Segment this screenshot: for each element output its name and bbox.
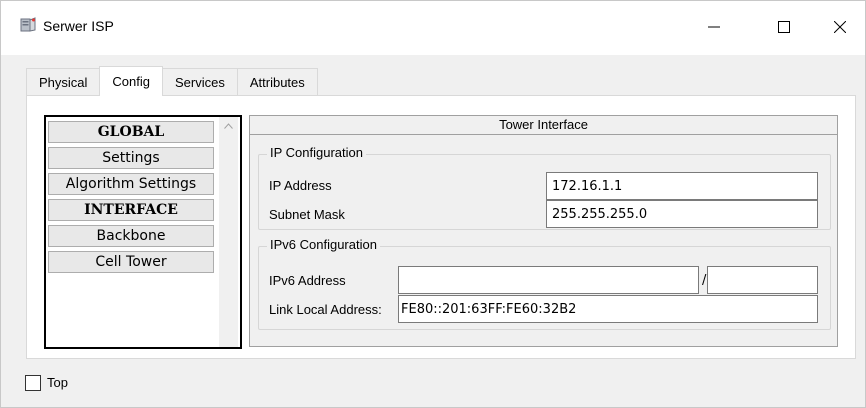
application-window: Serwer ISP Physical Config Services Attr… <box>0 0 866 408</box>
tab-services[interactable]: Services <box>162 68 238 96</box>
list-item-cell-tower[interactable]: Cell Tower <box>48 251 214 273</box>
subnet-mask-label: Subnet Mask <box>269 207 345 222</box>
ipv6-address-field[interactable] <box>398 266 699 294</box>
list-scrollbar[interactable] <box>219 117 238 347</box>
ip-address-field[interactable]: 172.16.1.1 <box>546 172 818 200</box>
link-local-address-label: Link Local Address: <box>269 302 382 317</box>
list-header-interface[interactable]: INTERFACE <box>48 199 214 221</box>
window-title: Serwer ISP <box>43 18 114 34</box>
top-checkbox-label[interactable]: Top <box>47 375 68 390</box>
tab-physical[interactable]: Physical <box>26 68 101 96</box>
server-icon <box>19 16 37 34</box>
list-item-backbone[interactable]: Backbone <box>48 225 214 247</box>
close-icon <box>833 20 847 36</box>
tower-interface-panel: Tower Interface IP Configuration IP Addr… <box>249 115 838 347</box>
title-bar[interactable]: Serwer ISP <box>1 1 865 55</box>
panel-title: Tower Interface <box>250 116 837 135</box>
ipv6-address-label: IPv6 Address <box>269 273 346 288</box>
ipv6-configuration-title: IPv6 Configuration <box>267 237 380 252</box>
tab-config[interactable]: Config <box>99 66 163 96</box>
list-item-algorithm-settings[interactable]: Algorithm Settings <box>48 173 214 195</box>
minimize-button[interactable] <box>691 1 737 55</box>
tab-attributes[interactable]: Attributes <box>236 68 318 96</box>
ip-address-label: IP Address <box>269 178 332 193</box>
ipv6-prefix-separator: / <box>702 273 707 288</box>
tab-bar: Physical Config Services Attributes <box>26 66 318 96</box>
list-item-settings[interactable]: Settings <box>48 147 214 169</box>
close-button[interactable] <box>817 1 863 55</box>
list-header-global[interactable]: GLOBAL <box>48 121 214 143</box>
maximize-icon <box>778 20 790 36</box>
ipv6-prefix-field[interactable] <box>707 266 818 294</box>
link-local-address-field[interactable]: FE80::201:63FF:FE60:32B2 <box>398 295 818 323</box>
ip-configuration-title: IP Configuration <box>267 145 366 160</box>
subnet-mask-field[interactable]: 255.255.255.0 <box>546 200 818 228</box>
scroll-up-icon[interactable] <box>219 117 238 135</box>
config-section-list[interactable]: GLOBAL Settings Algorithm Settings INTER… <box>44 115 242 349</box>
top-checkbox[interactable] <box>25 375 41 391</box>
minimize-icon <box>708 21 720 36</box>
maximize-button[interactable] <box>761 1 807 55</box>
